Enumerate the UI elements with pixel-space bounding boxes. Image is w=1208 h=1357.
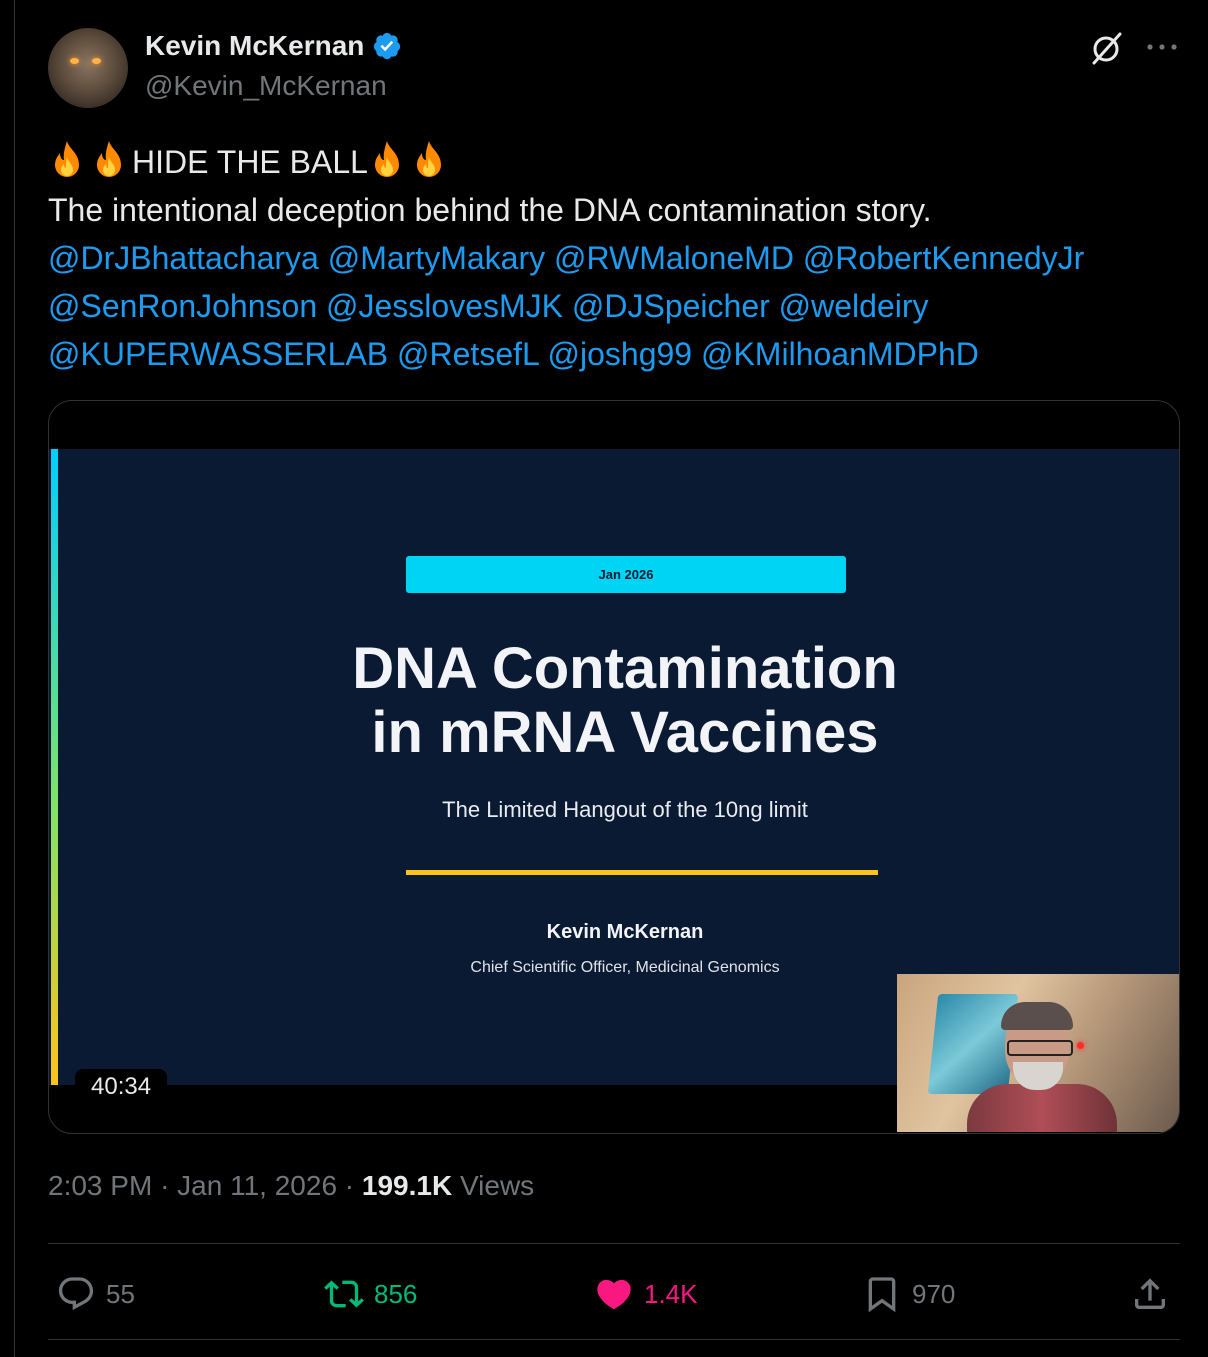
mention-link[interactable]: @weldeiry (779, 288, 929, 324)
author-name-row[interactable]: Kevin McKernan (145, 30, 402, 62)
fire-emoji-icon (416, 141, 441, 177)
webcam-person-cap (1001, 1002, 1073, 1030)
bookmark-button[interactable]: 970 (862, 1266, 955, 1322)
slide-divider (406, 870, 878, 875)
tweet-headline: HIDE THE BALL (132, 144, 368, 180)
mentions-line-3: @KUPERWASSERLAB @RetsefL @joshg99 @KMilh… (48, 330, 1178, 378)
slide-subtitle: The Limited Hangout of the 10ng limit (442, 797, 808, 822)
like-count: 1.4K (644, 1278, 698, 1309)
reply-count: 55 (106, 1278, 135, 1309)
mention-link[interactable]: @joshg99 (548, 336, 693, 372)
mention-link[interactable]: @MartyMakary (328, 240, 545, 276)
tweet-date[interactable]: Jan 11, 2026 (177, 1170, 337, 1201)
repost-count: 856 (374, 1278, 418, 1309)
tweet-headline-line: HIDE THE BALL (48, 138, 1178, 186)
divider-top (48, 1243, 1180, 1244)
mention-link[interactable]: @DJSpeicher (572, 288, 770, 324)
divider-bottom (48, 1339, 1180, 1340)
reply-icon (58, 1277, 94, 1311)
mention-link[interactable]: @RetsefL (397, 336, 539, 372)
slide-title-line-1: DNA Contamination (352, 636, 898, 701)
avatar-eye-right (92, 58, 101, 64)
webcam-person-body (967, 1084, 1117, 1132)
fire-emoji-icon (55, 141, 79, 177)
slide-title-line-2: in mRNA Vaccines (371, 700, 879, 765)
author-handle[interactable]: @Kevin_McKernan (145, 70, 387, 102)
bookmark-count: 970 (912, 1278, 956, 1309)
repost-button[interactable]: 856 (324, 1266, 417, 1322)
grok-icon[interactable] (1086, 28, 1126, 68)
like-button[interactable]: 1.4K (594, 1266, 698, 1322)
repost-icon (324, 1280, 364, 1308)
tweet-meta: 2:03 PM · Jan 11, 2026 · 199.1K Views (48, 1170, 534, 1202)
webcam-red-light (1077, 1042, 1084, 1049)
webcam-overlay (897, 974, 1179, 1132)
action-bar: 55 856 1.4K 970 (48, 1266, 1180, 1322)
tweet-body-line: The intentional deception behind the DNA… (48, 192, 932, 228)
mention-link[interactable]: @SenRonJohnson (48, 288, 317, 324)
mention-link[interactable]: @KUPERWASSERLAB (48, 336, 388, 372)
bookmark-icon (868, 1277, 896, 1313)
avatar-eye-left (70, 58, 79, 64)
verified-badge-icon (374, 32, 401, 60)
meta-separator: · (160, 1170, 170, 1201)
views-label: Views (459, 1170, 535, 1201)
more-options-icon[interactable] (1142, 32, 1182, 62)
webcam-person-glasses (1007, 1040, 1073, 1056)
mentions-line-1: @DrJBhattacharya @MartyMakary @RWMaloneM… (48, 234, 1178, 282)
share-icon (1135, 1278, 1165, 1309)
avatar[interactable] (48, 28, 128, 108)
video-player[interactable]: Jan 2026 DNA Contamination in mRNA Vacci… (48, 400, 1180, 1134)
mentions-line-2: @SenRonJohnson @JesslovesMJK @DJSpeicher… (48, 282, 1178, 330)
slide-accent-bar (51, 449, 58, 1085)
tweet-time[interactable]: 2:03 PM (48, 1170, 152, 1201)
mention-link[interactable]: @RWMaloneMD (554, 240, 794, 276)
fire-emoji-icon (374, 141, 399, 177)
share-button[interactable] (1130, 1266, 1170, 1322)
views-count: 199.1K (361, 1170, 453, 1201)
timeline-divider (14, 0, 15, 1357)
heart-icon (597, 1279, 631, 1310)
mention-link[interactable]: @KMilhoanMDPhD (701, 336, 979, 372)
tweet-text: HIDE THE BALL The intentional deception … (48, 138, 1178, 378)
slide-presenter-name: Kevin McKernan (546, 921, 704, 943)
reply-button[interactable]: 55 (56, 1266, 135, 1322)
video-duration-badge: 40:34 (75, 1069, 168, 1105)
video-frame-slide[interactable]: Jan 2026 DNA Contamination in mRNA Vacci… (49, 449, 1179, 1132)
slide-date-badge: Jan 2026 (406, 556, 846, 593)
mention-link[interactable]: @JesslovesMJK (326, 288, 563, 324)
author-name[interactable]: Kevin McKernan (145, 30, 364, 62)
mention-link[interactable]: @DrJBhattacharya (48, 240, 319, 276)
mention-link[interactable]: @RobertKennedyJr (803, 240, 1085, 276)
fire-emoji-icon (97, 141, 121, 177)
meta-separator: · (344, 1170, 355, 1201)
